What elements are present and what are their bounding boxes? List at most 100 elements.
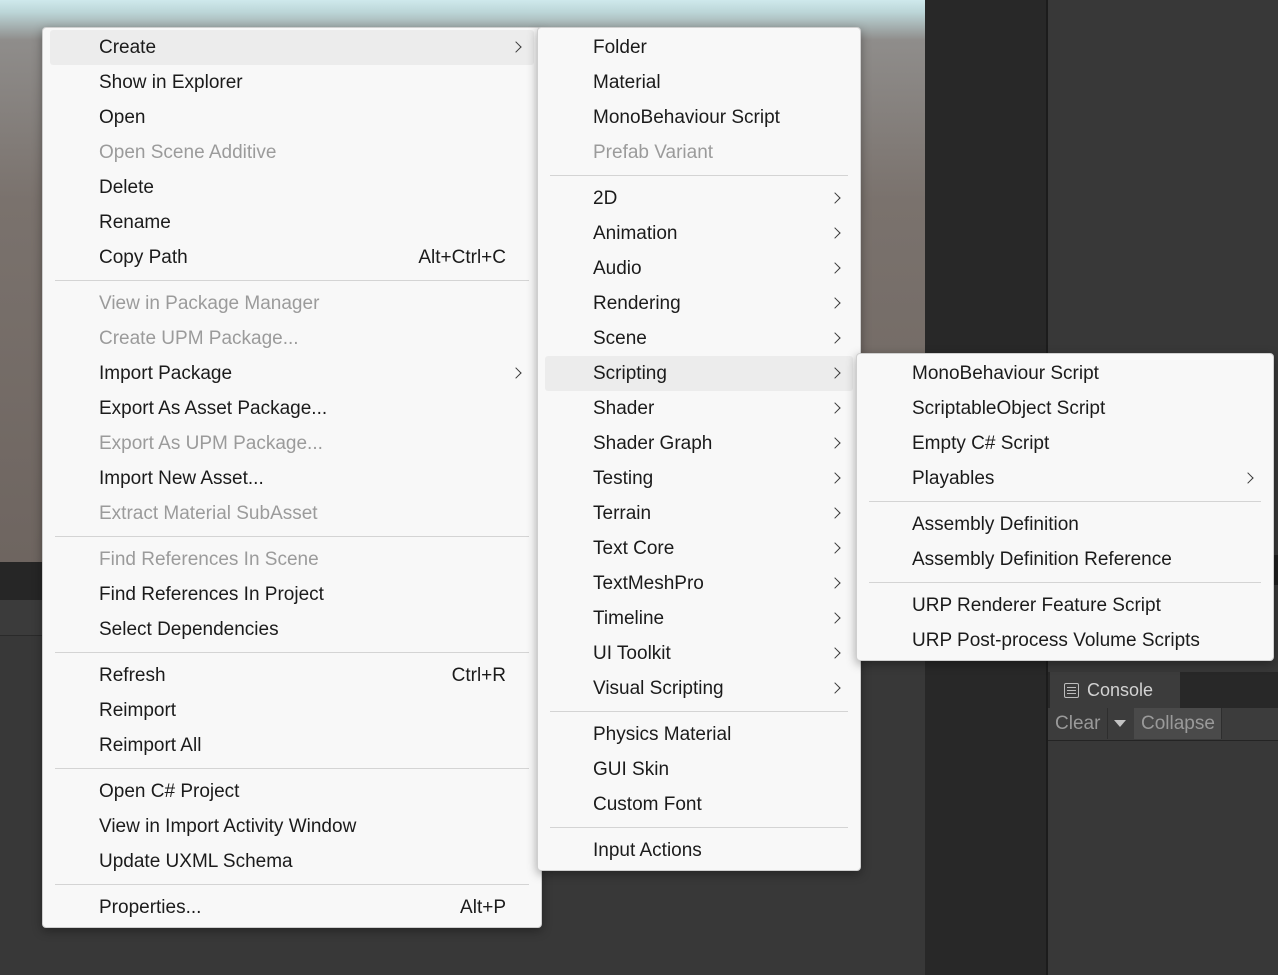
menu-item-audio[interactable]: Audio	[545, 251, 853, 286]
menu-item-shader-graph[interactable]: Shader Graph	[545, 426, 853, 461]
menu-item-label: View in Import Activity Window	[99, 816, 357, 837]
menu-item-show-in-explorer[interactable]: Show in Explorer	[50, 65, 534, 100]
menu-item-open[interactable]: Open	[50, 100, 534, 135]
menu-item-label: Export As UPM Package...	[99, 433, 323, 454]
menu-item-label: Timeline	[593, 608, 665, 629]
menu-item-label: Show in Explorer	[99, 72, 243, 93]
menu-item-label: Audio	[593, 258, 642, 279]
menu-item-reimport-all[interactable]: Reimport All	[50, 728, 534, 763]
menu-item-refresh[interactable]: Refresh Ctrl+R	[50, 658, 534, 693]
menu-item-assembly-definition-reference[interactable]: Assembly Definition Reference	[864, 542, 1266, 577]
console-log-area[interactable]	[1048, 741, 1278, 975]
chevron-right-icon	[829, 402, 841, 414]
menu-item-urp-post-process-volume-scripts[interactable]: URP Post-process Volume Scripts	[864, 623, 1266, 658]
chevron-right-icon	[829, 262, 841, 274]
tab-console[interactable]: Console	[1050, 672, 1180, 708]
menu-item-text-core[interactable]: Text Core	[545, 531, 853, 566]
menu-item-label: Scripting	[593, 363, 667, 384]
menu-separator	[55, 768, 529, 769]
collapse-toggle[interactable]: Collapse	[1134, 708, 1222, 739]
menu-item-label: Visual Scripting	[593, 678, 724, 699]
menu-item-scriptableobject-script[interactable]: ScriptableObject Script	[864, 391, 1266, 426]
menu-item-2d[interactable]: 2D	[545, 181, 853, 216]
menu-item-timeline[interactable]: Timeline	[545, 601, 853, 636]
menu-separator	[869, 501, 1261, 502]
menu-item-label: ScriptableObject Script	[912, 398, 1106, 419]
menu-item-empty-c-script[interactable]: Empty C# Script	[864, 426, 1266, 461]
menu-item-delete[interactable]: Delete	[50, 170, 534, 205]
chevron-right-icon	[829, 647, 841, 659]
menu-item-material[interactable]: Material	[545, 65, 853, 100]
chevron-right-icon	[829, 332, 841, 344]
menu-item-monobehaviour-script[interactable]: MonoBehaviour Script	[545, 100, 853, 135]
menu-item-label: Update UXML Schema	[99, 851, 293, 872]
menu-item-import-package[interactable]: Import Package	[50, 356, 534, 391]
menu-item-scene[interactable]: Scene	[545, 321, 853, 356]
menu-item-label: Properties...	[99, 897, 202, 918]
menu-item-shortcut: Ctrl+R	[451, 665, 506, 686]
chevron-right-icon	[829, 367, 841, 379]
clear-button[interactable]: Clear	[1050, 708, 1106, 739]
menu-item-label: Find References In Project	[99, 584, 324, 605]
menu-item-visual-scripting[interactable]: Visual Scripting	[545, 671, 853, 706]
chevron-right-icon	[829, 297, 841, 309]
chevron-right-icon	[829, 507, 841, 519]
menu-item-label: Create UPM Package...	[99, 328, 299, 349]
menu-item-input-actions[interactable]: Input Actions	[545, 833, 853, 868]
menu-item-ui-toolkit[interactable]: UI Toolkit	[545, 636, 853, 671]
menu-item-label: Playables	[912, 468, 995, 489]
menu-item-physics-material[interactable]: Physics Material	[545, 717, 853, 752]
menu-item-label: Import Package	[99, 363, 233, 384]
menu-item-label: Animation	[593, 223, 678, 244]
menu-item-label: Copy Path	[99, 247, 188, 268]
menu-item-find-references-in-project[interactable]: Find References In Project	[50, 577, 534, 612]
menu-item-update-uxml-schema[interactable]: Update UXML Schema	[50, 844, 534, 879]
menu-item-export-as-asset-package[interactable]: Export As Asset Package...	[50, 391, 534, 426]
menu-item-label: Custom Font	[593, 794, 702, 815]
menu-item-folder[interactable]: Folder	[545, 30, 853, 65]
menu-item-rendering[interactable]: Rendering	[545, 286, 853, 321]
menu-item-label: Extract Material SubAsset	[99, 503, 318, 524]
menu-item-label: Scene	[593, 328, 647, 349]
menu-item-label: URP Post-process Volume Scripts	[912, 630, 1200, 651]
menu-item-textmeshpro[interactable]: TextMeshPro	[545, 566, 853, 601]
menu-item-urp-renderer-feature-script[interactable]: URP Renderer Feature Script	[864, 588, 1266, 623]
menu-item-label: Assembly Definition Reference	[912, 549, 1172, 570]
menu-item-shortcut: Alt+P	[460, 897, 506, 918]
menu-item-label: Refresh	[99, 665, 166, 686]
menu-item-label: Shader Graph	[593, 433, 713, 454]
menu-item-label: MonoBehaviour Script	[912, 363, 1099, 384]
menu-item-create-upm-package: Create UPM Package...	[50, 321, 534, 356]
menu-item-scripting[interactable]: Scripting	[545, 356, 853, 391]
menu-item-copy-path[interactable]: Copy Path Alt+Ctrl+C	[50, 240, 534, 275]
chevron-right-icon	[829, 227, 841, 239]
menu-item-open-c-project[interactable]: Open C# Project	[50, 774, 534, 809]
menu-item-label: Create	[99, 37, 157, 58]
menu-item-create[interactable]: Create	[50, 30, 534, 65]
menu-item-label: URP Renderer Feature Script	[912, 595, 1161, 616]
menu-item-properties[interactable]: Properties... Alt+P	[50, 890, 534, 925]
menu-item-label: Testing	[593, 468, 654, 489]
menu-item-testing[interactable]: Testing	[545, 461, 853, 496]
menu-item-import-new-asset[interactable]: Import New Asset...	[50, 461, 534, 496]
menu-item-terrain[interactable]: Terrain	[545, 496, 853, 531]
menu-item-custom-font[interactable]: Custom Font	[545, 787, 853, 822]
console-list-icon	[1064, 682, 1079, 698]
menu-item-gui-skin[interactable]: GUI Skin	[545, 752, 853, 787]
menu-item-playables[interactable]: Playables	[864, 461, 1266, 496]
clear-options-dropdown[interactable]	[1107, 708, 1132, 739]
menu-item-animation[interactable]: Animation	[545, 216, 853, 251]
menu-item-view-in-import-activity-window[interactable]: View in Import Activity Window	[50, 809, 534, 844]
triangle-down-icon	[1114, 720, 1126, 727]
menu-item-label: Select Dependencies	[99, 619, 279, 640]
menu-item-label: Reimport	[99, 700, 177, 721]
menu-item-label: Open	[99, 107, 146, 128]
menu-item-select-dependencies[interactable]: Select Dependencies	[50, 612, 534, 647]
menu-item-rename[interactable]: Rename	[50, 205, 534, 240]
menu-separator	[550, 827, 848, 828]
menu-item-label: Find References In Scene	[99, 549, 319, 570]
menu-item-monobehaviour-script[interactable]: MonoBehaviour Script	[864, 356, 1266, 391]
menu-item-assembly-definition[interactable]: Assembly Definition	[864, 507, 1266, 542]
menu-item-reimport[interactable]: Reimport	[50, 693, 534, 728]
menu-item-shader[interactable]: Shader	[545, 391, 853, 426]
